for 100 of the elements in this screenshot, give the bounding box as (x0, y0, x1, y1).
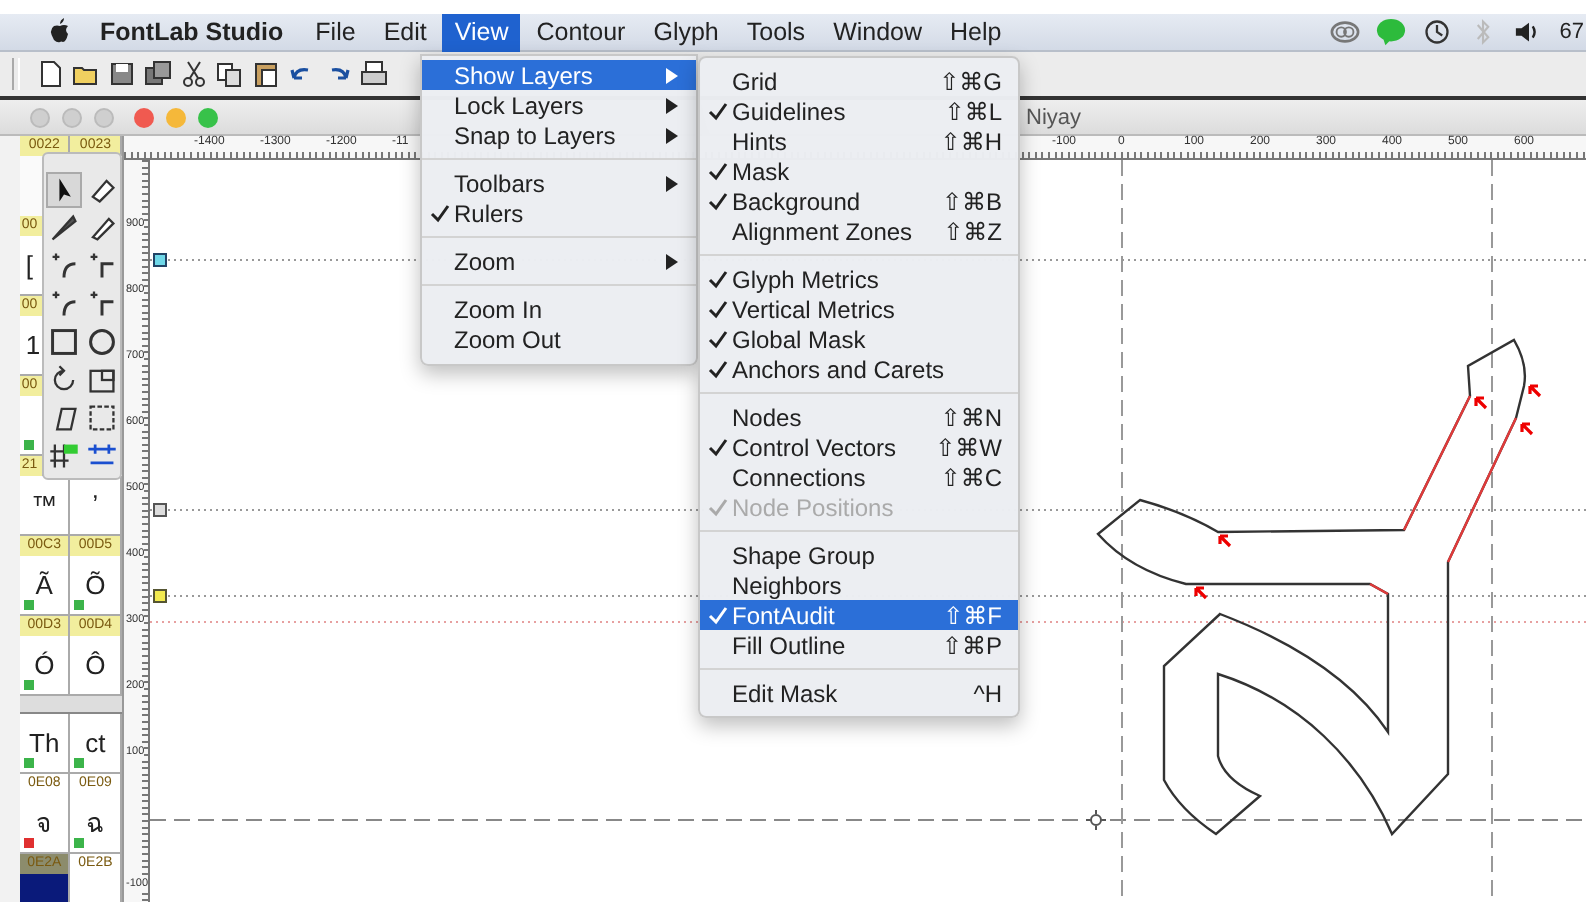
menu-bar-item[interactable]: File (303, 13, 368, 51)
transform-icon[interactable] (86, 402, 118, 434)
ellipse-icon[interactable] (86, 326, 118, 358)
menu-item-label: Global Mask (732, 325, 866, 353)
menu-bar-item[interactable]: Help (938, 13, 1014, 51)
menu-item[interactable]: Zoom (422, 246, 696, 276)
glyph-character: ฉ (86, 806, 105, 842)
menu-item[interactable]: Show Layers (422, 60, 696, 90)
guide-handle[interactable] (153, 503, 167, 517)
glyph-character: ʼ (92, 490, 99, 520)
glyph-character: [ (25, 250, 33, 280)
checkmark-icon (708, 101, 728, 121)
menu-bar-item[interactable]: View (442, 13, 521, 51)
menu-item[interactable]: Guidelines ⇧⌘L (700, 96, 1018, 126)
new-document-icon[interactable] (36, 60, 64, 88)
menu-item[interactable]: Lock Layers (422, 90, 696, 120)
cloud-icon[interactable] (1329, 18, 1360, 46)
menu-bar-item[interactable]: Window (821, 13, 935, 51)
glyph-cell[interactable]: ฉ (70, 794, 122, 852)
copy-icon[interactable] (216, 60, 244, 88)
menu-item[interactable]: Anchors and Carets (700, 354, 1018, 384)
window-title: Niyay (1026, 105, 1082, 129)
glyph-cell[interactable]: ™ (19, 476, 71, 534)
eraser-icon[interactable] (86, 174, 118, 206)
menu-item[interactable]: Connections ⇧⌘C (700, 462, 1018, 492)
menu-item[interactable]: Control Vectors ⇧⌘W (700, 432, 1018, 462)
guide-handle[interactable] (153, 589, 167, 603)
menu-item[interactable]: Fill Outline ⇧⌘P (700, 630, 1018, 660)
glyph-character: Ó (34, 650, 55, 680)
save-all-icon[interactable] (144, 60, 172, 88)
checkmark-icon (708, 437, 728, 457)
apple-icon[interactable] (48, 18, 72, 46)
menu-item[interactable]: Snap to Layers (422, 120, 696, 150)
glyph-cell[interactable] (19, 396, 44, 454)
menu-item-label: Zoom (454, 247, 516, 275)
close-button[interactable] (134, 107, 154, 127)
glyph-character: Ô (85, 650, 106, 680)
menu-item[interactable]: Edit Mask ^H (700, 678, 1018, 708)
menu-item[interactable]: Rulers (422, 198, 696, 228)
menu-item[interactable]: Alignment Zones ⇧⌘Z (700, 216, 1018, 246)
print-icon[interactable] (360, 60, 388, 88)
menu-item[interactable]: Hints ⇧⌘H (700, 126, 1018, 156)
rectangle-icon[interactable] (48, 326, 80, 358)
menu-item[interactable]: Neighbors (700, 570, 1018, 600)
menu-item[interactable]: Mask (700, 156, 1018, 186)
glyph-cell[interactable]: จ (19, 794, 71, 852)
checkmark-icon (708, 605, 728, 625)
glyph-cell[interactable]: [ (19, 236, 44, 294)
battery-percentage: 67 (1559, 20, 1586, 44)
glyph-cell[interactable]: Th (19, 714, 71, 772)
clock-icon[interactable] (1421, 18, 1452, 46)
menu-item-label: Neighbors (732, 571, 842, 599)
glyph-outline-drawing[interactable] (1096, 338, 1542, 836)
menu-item[interactable]: FontAudit ⇧⌘F (700, 600, 1018, 630)
menu-item[interactable]: Vertical Metrics (700, 294, 1018, 324)
scale-icon[interactable] (86, 364, 118, 396)
menu-item[interactable]: Background ⇧⌘B (700, 186, 1018, 216)
menu-item[interactable]: Glyph Metrics (700, 264, 1018, 294)
glyph-cell[interactable]: Ã (19, 556, 71, 614)
add-node-icon[interactable] (86, 288, 118, 320)
glyph-cell[interactable]: ct (70, 714, 122, 772)
grid-icon[interactable] (48, 440, 80, 472)
menu-item-label: Hints (732, 127, 787, 155)
menu-item-label: Alignment Zones (732, 217, 913, 245)
menu-item[interactable]: Grid ⇧⌘G (700, 66, 1018, 96)
menu-item[interactable]: Zoom In (422, 294, 696, 324)
menu-item[interactable]: Toolbars (422, 168, 696, 198)
paste-icon[interactable] (252, 60, 280, 88)
guide-handle[interactable] (153, 253, 167, 267)
menu-bar-item[interactable]: Edit (371, 13, 439, 51)
menu-bar-item[interactable]: Tools (734, 13, 818, 51)
menu-item-label: Guidelines (732, 97, 846, 125)
menu-item[interactable]: Nodes ⇧⌘N (700, 402, 1018, 432)
keyboard-shortcut: ⇧⌘G (939, 67, 1002, 95)
knife-icon[interactable] (48, 212, 80, 244)
glyph-cell[interactable]: 1 (19, 316, 44, 374)
add-node-icon[interactable] (48, 250, 80, 282)
keyboard-shortcut: ⇧⌘Z (943, 217, 1002, 245)
menu-bar-item[interactable]: FontLab Studio (88, 13, 296, 51)
menu-item-label: Edit Mask (732, 679, 838, 707)
scissors-icon[interactable] (180, 60, 208, 88)
menu-item[interactable]: Zoom Out (422, 324, 696, 354)
menu-item[interactable]: Global Mask (700, 324, 1018, 354)
glyph-character: Õ (85, 570, 106, 600)
menu-bar-item[interactable]: Glyph (641, 13, 731, 51)
menu-bar-item[interactable]: Contour (524, 13, 638, 51)
rotate-icon[interactable] (48, 364, 80, 396)
glyph-cell[interactable]: ʼ (70, 476, 122, 534)
menu-item-label: Rulers (454, 199, 524, 227)
checkmark-icon (708, 497, 728, 517)
add-node-icon[interactable] (48, 288, 80, 320)
glyph-cell[interactable]: Ó (19, 636, 71, 694)
menu-item[interactable]: Shape Group (700, 540, 1018, 570)
save-icon[interactable] (108, 60, 136, 88)
pointer-icon[interactable] (48, 174, 80, 206)
pencil-icon[interactable] (86, 212, 118, 244)
glyph-canvas[interactable] (150, 160, 1586, 902)
glyph-cell[interactable]: Ô (70, 636, 122, 694)
glyph-cell[interactable]: Õ (70, 556, 122, 614)
add-node-icon[interactable] (86, 250, 118, 282)
